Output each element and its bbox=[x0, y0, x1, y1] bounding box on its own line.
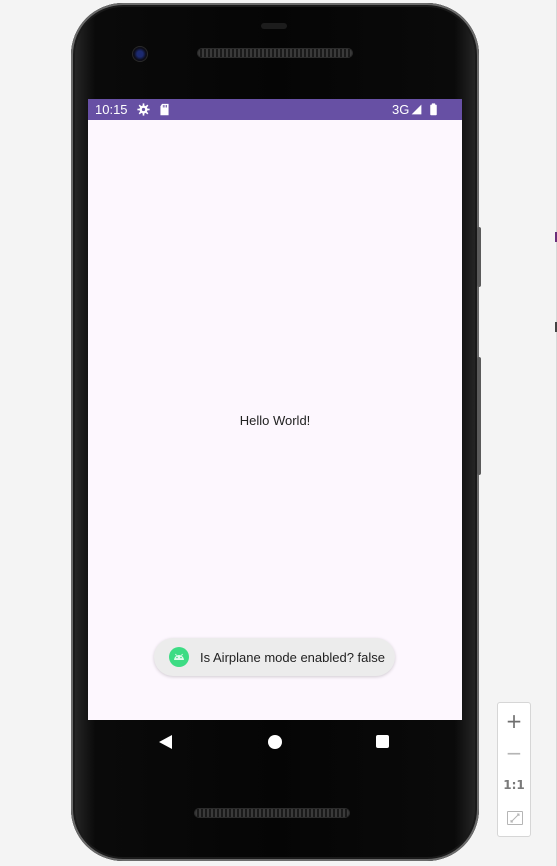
battery-icon bbox=[430, 103, 437, 116]
gear-icon bbox=[137, 103, 150, 116]
network-type: 3G bbox=[392, 102, 410, 117]
hello-text: Hello World! bbox=[239, 413, 311, 428]
navigation-bar bbox=[88, 720, 462, 766]
actual-size-button[interactable]: 1:1 bbox=[498, 778, 530, 792]
android-icon bbox=[169, 647, 189, 667]
sd-card-icon bbox=[160, 103, 169, 116]
earpiece-speaker bbox=[198, 49, 352, 57]
emulator-canvas: 10:15 3G Hello World! Is Airplane mode e… bbox=[0, 0, 557, 866]
recents-icon[interactable] bbox=[376, 735, 389, 748]
fit-screen-icon[interactable] bbox=[507, 811, 523, 825]
front-camera-icon bbox=[133, 47, 147, 61]
bottom-speaker bbox=[195, 809, 349, 817]
signal-icon bbox=[411, 104, 422, 115]
volume-button bbox=[477, 357, 481, 475]
home-icon[interactable] bbox=[268, 735, 282, 749]
sensor-slot bbox=[261, 23, 287, 29]
device-screen: 10:15 3G Hello World! Is Airplane mode e… bbox=[88, 99, 462, 720]
toast-text: Is Airplane mode enabled? false bbox=[200, 649, 386, 665]
status-bar: 10:15 3G bbox=[88, 99, 462, 120]
power-button bbox=[477, 227, 481, 287]
back-icon[interactable] bbox=[159, 735, 172, 749]
zoom-out-button[interactable]: − bbox=[498, 741, 530, 765]
toast-message: Is Airplane mode enabled? false bbox=[154, 638, 395, 676]
zoom-in-button[interactable]: + bbox=[498, 709, 530, 733]
status-time: 10:15 bbox=[95, 102, 128, 117]
zoom-toolbar: + − 1:1 bbox=[497, 702, 531, 837]
